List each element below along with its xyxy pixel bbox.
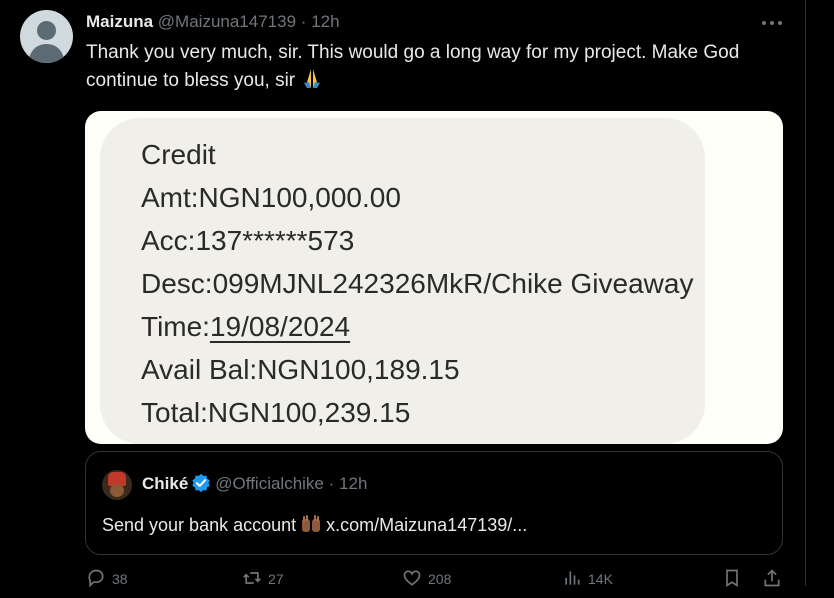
sms-line-time: Time:19/08/2024 [141,311,350,343]
quoted-author-name[interactable]: Chiké [142,474,188,493]
share-button[interactable] [762,568,788,588]
reply-icon [88,569,104,588]
views-icon [565,571,580,585]
quoted-header-separator: · [328,474,335,493]
default-avatar-body [29,44,64,63]
tweet-body: Thank you very much, sir. This would go … [86,40,786,94]
bookmark-button[interactable] [722,568,748,588]
tweet-image[interactable]: Credit Amt:NGN100,000.00 Acc:137******57… [85,111,783,444]
more-options-button[interactable] [760,12,784,32]
bookmark-icon [726,569,738,588]
verified-badge-icon [192,473,211,493]
repost-count: 27 [268,571,284,587]
quoted-author-avatar[interactable] [102,470,132,500]
more-dot-icon [762,21,766,25]
heart-icon [403,570,421,586]
tweet-text: Thank you very much, sir. This would go … [86,42,740,91]
folded-hands-icon [304,69,321,88]
quoted-tweet-text: Send your bank account [102,515,297,535]
more-dot-icon [770,21,774,25]
quoted-author-handle[interactable]: @Officialchike [215,474,324,493]
repost-button[interactable]: 27 [242,568,284,588]
reply-count: 38 [112,571,128,587]
author-avatar[interactable] [20,10,73,63]
views-button[interactable]: 14K [562,568,613,588]
timeline-border [805,0,806,586]
avatar-face [110,484,124,497]
sms-time-label: Time: [141,311,210,342]
sms-line-account: Acc:137******573 [141,225,355,256]
header-separator: · [300,12,307,31]
tweet-actions: 38 27 208 14K [0,568,834,598]
quoted-tweet-time[interactable]: 12h [339,474,367,493]
sms-bubble: Credit Amt:NGN100,000.00 Acc:137******57… [100,118,705,444]
quoted-tweet-link[interactable]: x.com/Maizuna147139/... [326,515,527,535]
sms-time-date: 19/08/2024 [209,311,351,342]
default-avatar-head [37,21,56,40]
tweet-header: Maizuna @Maizuna147139 · 12h [86,11,340,33]
sms-line-credit: Credit [141,139,216,170]
share-icon [764,569,780,587]
author-name[interactable]: Maizuna [86,12,153,31]
quoted-tweet-body: Send your bank account x.com/Maizuna1471… [102,513,527,537]
like-button[interactable]: 208 [402,568,451,588]
quoted-tweet[interactable]: Chiké @Officialchike · 12h Send your ban… [85,451,783,555]
more-dot-icon [778,21,782,25]
sms-line-amount: Amt:NGN100,000.00 [141,182,401,213]
views-count: 14K [588,571,613,587]
repost-icon [243,572,261,584]
reply-button[interactable]: 38 [86,568,128,588]
sms-line-total: Total:NGN100,239.15 [141,397,411,428]
sms-line-available-balance: Avail Bal:NGN100,189.15 [141,354,460,385]
tweet-time[interactable]: 12h [311,12,339,31]
like-count: 208 [428,571,452,587]
palms-together-icon [302,515,321,532]
quoted-tweet-header: Chiké @Officialchike · 12h [142,473,367,495]
sms-line-description: Desc:099MJNL242326MkR/Chike Giveaway [141,268,694,299]
author-handle[interactable]: @Maizuna147139 [158,12,296,31]
